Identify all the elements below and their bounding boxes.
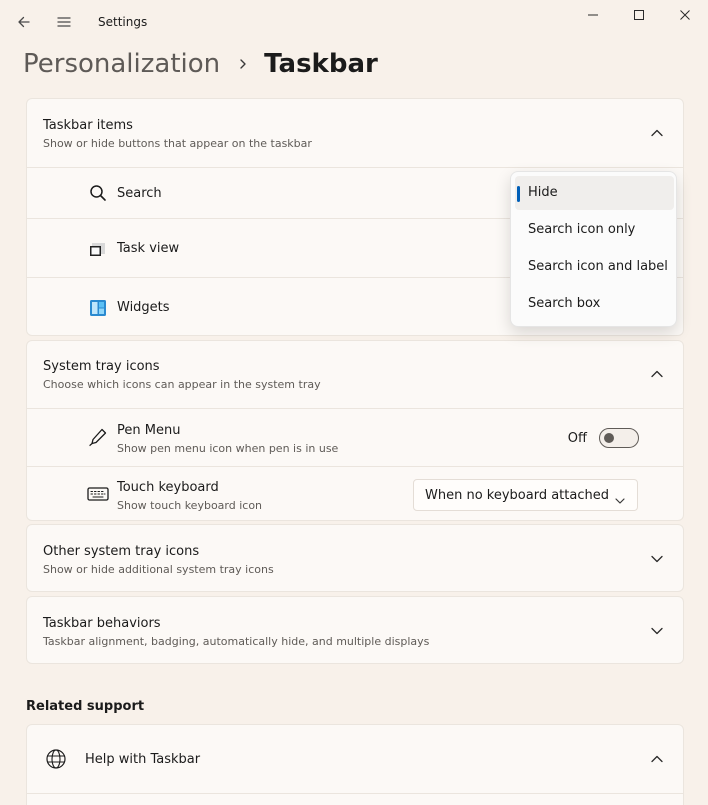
title-bar: Settings (0, 0, 708, 44)
dropdown-option-search-icon-only[interactable]: Search icon only (515, 213, 674, 247)
setting-row-pen-menu: Pen Menu Show pen menu icon when pen is … (27, 408, 683, 466)
touch-keyboard-title: Touch keyboard (117, 480, 219, 495)
help-card: Help with Taskbar (26, 724, 684, 805)
maximize-button[interactable] (616, 0, 662, 30)
chevron-up-icon[interactable] (647, 364, 667, 384)
chevron-down-icon (615, 490, 625, 509)
touch-keyboard-subtitle: Show touch keyboard icon (117, 499, 263, 512)
taskbar-items-header[interactable]: Taskbar items Show or hide buttons that … (27, 99, 683, 167)
help-header[interactable]: Help with Taskbar (27, 725, 683, 793)
window-title: Settings (98, 15, 148, 29)
back-arrow-icon (18, 16, 30, 28)
touch-keyboard-select-value: When no keyboard attached (425, 488, 609, 503)
taskbar-items-title: Taskbar items (43, 118, 133, 133)
close-icon (680, 10, 690, 20)
search-dropdown: Hide Search icon only Search icon and la… (510, 171, 677, 327)
close-button[interactable] (662, 0, 708, 30)
taskbar-items-subtitle: Show or hide buttons that appear on the … (43, 137, 312, 150)
back-button[interactable] (8, 6, 40, 38)
keyboard-icon (87, 483, 109, 505)
behaviors-card[interactable]: Taskbar behaviors Taskbar alignment, bad… (26, 596, 684, 664)
system-tray-header[interactable]: System tray icons Choose which icons can… (27, 341, 683, 408)
related-support-heading: Related support (26, 699, 145, 714)
chevron-up-icon[interactable] (647, 749, 667, 769)
touch-keyboard-select[interactable]: When no keyboard attached (413, 479, 638, 511)
chevron-up-icon[interactable] (647, 123, 667, 143)
menu-button[interactable] (48, 6, 80, 38)
globe-icon (45, 748, 67, 774)
behaviors-title: Taskbar behaviors (43, 616, 161, 631)
chevron-down-icon[interactable] (647, 621, 667, 641)
task-view-label: Task view (117, 241, 180, 256)
pen-menu-subtitle: Show pen menu icon when pen is in use (117, 442, 339, 455)
dropdown-option-label: Hide (528, 185, 558, 200)
dropdown-option-hide[interactable]: Hide (515, 176, 674, 210)
dropdown-option-label: Search box (528, 296, 601, 311)
system-tray-subtitle: Choose which icons can appear in the sys… (43, 378, 321, 391)
search-icon (87, 182, 109, 204)
dropdown-option-search-icon-and-label[interactable]: Search icon and label (515, 250, 674, 284)
chevron-right-icon (238, 58, 248, 70)
system-tray-card: System tray icons Choose which icons can… (26, 340, 684, 521)
widgets-label: Widgets (117, 300, 170, 315)
dropdown-option-label: Search icon only (528, 222, 636, 237)
toggle-knob (604, 433, 614, 443)
pen-menu-toggle-state: Off (567, 431, 587, 446)
other-tray-card[interactable]: Other system tray icons Show or hide add… (26, 524, 684, 592)
chevron-down-icon[interactable] (647, 549, 667, 569)
other-tray-title: Other system tray icons (43, 544, 200, 559)
maximize-icon (634, 10, 644, 20)
selected-indicator (517, 186, 520, 202)
behaviors-subtitle: Taskbar alignment, badging, automaticall… (43, 635, 430, 648)
page-title: Taskbar (264, 49, 378, 79)
system-tray-title: System tray icons (43, 359, 160, 374)
hamburger-icon (57, 17, 71, 27)
breadcrumb-parent[interactable]: Personalization (23, 49, 220, 79)
minimize-icon (588, 14, 598, 16)
minimize-button[interactable] (570, 0, 616, 30)
help-content (27, 793, 683, 805)
pen-menu-toggle[interactable] (599, 428, 639, 448)
setting-row-touch-keyboard: Touch keyboard Show touch keyboard icon … (27, 466, 683, 521)
task-view-icon (87, 238, 109, 260)
dropdown-option-label: Search icon and label (528, 259, 668, 274)
help-title: Help with Taskbar (85, 752, 201, 767)
pen-icon (87, 426, 109, 448)
widgets-icon (87, 297, 109, 319)
other-tray-subtitle: Show or hide additional system tray icon… (43, 563, 274, 576)
breadcrumb: Personalization Taskbar (23, 44, 378, 84)
search-label: Search (117, 186, 162, 201)
pen-menu-title: Pen Menu (117, 423, 181, 438)
dropdown-option-search-box[interactable]: Search box (515, 287, 674, 321)
